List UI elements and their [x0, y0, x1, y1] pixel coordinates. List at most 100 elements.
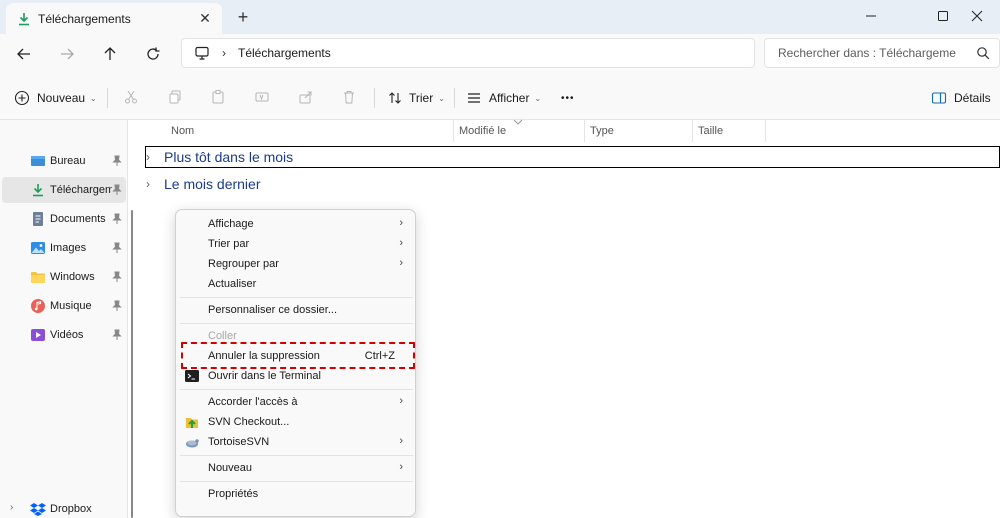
- group-header[interactable]: › Le mois dernier: [146, 173, 261, 195]
- tortoisesvn-icon: [186, 439, 199, 448]
- breadcrumb-separator[interactable]: ›: [222, 46, 226, 60]
- navigation-pane: Bureau Téléchargements Documents Images …: [0, 120, 127, 518]
- sort-label: Trier: [409, 91, 434, 105]
- column-header-modified[interactable]: Modifié le: [459, 120, 506, 142]
- menu-item-ouvrir-terminal[interactable]: Ouvrir dans le Terminal: [180, 366, 413, 386]
- search-icon[interactable]: [976, 46, 990, 60]
- search-input[interactable]: Rechercher dans : Téléchargeme: [764, 38, 1000, 68]
- sidebar-item-documents[interactable]: Documents: [2, 206, 126, 232]
- share-icon[interactable]: [296, 87, 316, 107]
- address-row: › Téléchargements Rechercher dans : Télé…: [0, 34, 1000, 74]
- menu-item-svn-checkout[interactable]: SVN Checkout...: [180, 412, 413, 432]
- videos-icon: [30, 327, 46, 343]
- menu-item-label: Ouvrir dans le Terminal: [208, 370, 321, 382]
- column-header-type[interactable]: Type: [590, 120, 614, 142]
- refresh-icon[interactable]: [137, 40, 169, 68]
- sort-icon: [389, 92, 401, 104]
- menu-item-actualiser[interactable]: Actualiser: [180, 274, 413, 294]
- menu-item-tortoisesvn[interactable]: TortoiseSVN ›: [180, 432, 413, 452]
- view-list-icon: [468, 93, 480, 103]
- column-divider[interactable]: [584, 120, 585, 142]
- new-tab-button[interactable]: +: [232, 6, 254, 28]
- view-label: Afficher: [489, 91, 530, 105]
- menu-item-accorder-acces[interactable]: Accorder l'accès à ›: [180, 392, 413, 412]
- column-header-name[interactable]: Nom: [171, 120, 194, 142]
- highlight-annotation: [181, 342, 415, 369]
- sidebar-scrollbar[interactable]: [131, 210, 133, 518]
- menu-item-label: Trier par: [208, 238, 250, 250]
- pin-icon[interactable]: [112, 300, 122, 312]
- menu-separator: [180, 323, 413, 324]
- menu-item-label: Coller: [208, 330, 237, 342]
- column-divider[interactable]: [765, 120, 766, 142]
- forward-icon[interactable]: [51, 40, 83, 68]
- submenu-arrow-icon: ›: [399, 257, 403, 269]
- terminal-icon: [185, 370, 199, 382]
- close-tab-icon[interactable]: ✕: [194, 8, 216, 30]
- chevron-down-icon: ⌄: [90, 93, 97, 103]
- sidebar-item-videos[interactable]: Vidéos: [2, 322, 126, 348]
- pin-icon[interactable]: [112, 184, 122, 196]
- new-button[interactable]: Nouveau ⌄: [14, 85, 97, 111]
- sort-button[interactable]: Trier ⌄: [387, 85, 445, 111]
- minimize-icon[interactable]: [848, 0, 894, 32]
- download-icon: [16, 11, 32, 27]
- sidebar-item-musique[interactable]: Musique: [2, 293, 126, 319]
- column-divider[interactable]: [692, 120, 693, 142]
- column-divider[interactable]: [453, 120, 454, 142]
- menu-item-label: Propriétés: [208, 488, 259, 500]
- menu-item-trier-par[interactable]: Trier par ›: [180, 234, 413, 254]
- details-button[interactable]: Détails: [931, 85, 991, 111]
- svn-checkout-icon: [186, 418, 198, 428]
- sidebar-item-label: Documents: [50, 213, 106, 225]
- folder-icon: [30, 269, 46, 285]
- menu-item-label: TortoiseSVN: [208, 436, 270, 448]
- desktop-icon: [30, 153, 46, 169]
- menu-item-nouveau[interactable]: Nouveau ›: [180, 458, 413, 478]
- toolbar-divider: [374, 88, 375, 108]
- pin-icon[interactable]: [112, 329, 122, 341]
- sidebar-item-bureau[interactable]: Bureau: [2, 148, 126, 174]
- close-window-icon[interactable]: [954, 0, 1000, 32]
- chevron-down-icon: ⌄: [534, 93, 542, 103]
- copy-icon[interactable]: [165, 87, 185, 107]
- details-label: Détails: [954, 91, 991, 105]
- rename-icon[interactable]: [252, 87, 272, 107]
- more-options-button[interactable]: •••: [561, 85, 575, 111]
- pin-icon[interactable]: [112, 242, 122, 254]
- menu-item-label: Nouveau: [208, 462, 253, 474]
- sidebar-item-label: Images: [50, 242, 87, 254]
- cut-icon[interactable]: [121, 87, 141, 107]
- column-header-size[interactable]: Taille: [698, 120, 723, 142]
- pin-icon[interactable]: [112, 155, 122, 167]
- group-header[interactable]: › Plus tôt dans le mois: [145, 146, 1000, 168]
- back-icon[interactable]: [8, 40, 40, 68]
- menu-item-label: Affichage: [208, 218, 254, 230]
- sidebar-item-label: Musique: [50, 300, 92, 312]
- breadcrumb-telechargements[interactable]: Téléchargements: [238, 46, 331, 60]
- chevron-right-icon[interactable]: ›: [10, 502, 13, 513]
- submenu-arrow-icon: ›: [399, 435, 403, 447]
- menu-item-proprietes[interactable]: Propriétés: [180, 484, 413, 504]
- menu-item-affichage[interactable]: Affichage ›: [180, 214, 413, 234]
- sidebar-item-dropbox[interactable]: › Dropbox: [2, 496, 126, 518]
- sidebar-item-label: Vidéos: [50, 329, 84, 341]
- sidebar-item-images[interactable]: Images: [2, 235, 126, 261]
- up-icon[interactable]: [94, 40, 126, 68]
- delete-icon[interactable]: [339, 87, 359, 107]
- tab-telechargements[interactable]: Téléchargements ✕: [6, 3, 222, 34]
- sidebar-item-telechargements[interactable]: Téléchargements: [2, 177, 126, 203]
- pin-icon[interactable]: [112, 213, 122, 225]
- menu-item-label: SVN Checkout...: [208, 416, 290, 428]
- address-bar[interactable]: › Téléchargements: [181, 38, 755, 68]
- menu-item-personnaliser[interactable]: Personnaliser ce dossier...: [180, 300, 413, 320]
- sidebar-item-windows[interactable]: Windows: [2, 264, 126, 290]
- view-button[interactable]: Afficher ⌄: [466, 85, 541, 111]
- submenu-arrow-icon: ›: [399, 217, 403, 229]
- paste-icon[interactable]: [208, 87, 228, 107]
- plus-circle-icon: [14, 90, 30, 106]
- toolbar-divider: [454, 88, 455, 108]
- menu-item-regrouper-par[interactable]: Regrouper par ›: [180, 254, 413, 274]
- pin-icon[interactable]: [112, 271, 122, 283]
- pane-divider[interactable]: [127, 120, 128, 518]
